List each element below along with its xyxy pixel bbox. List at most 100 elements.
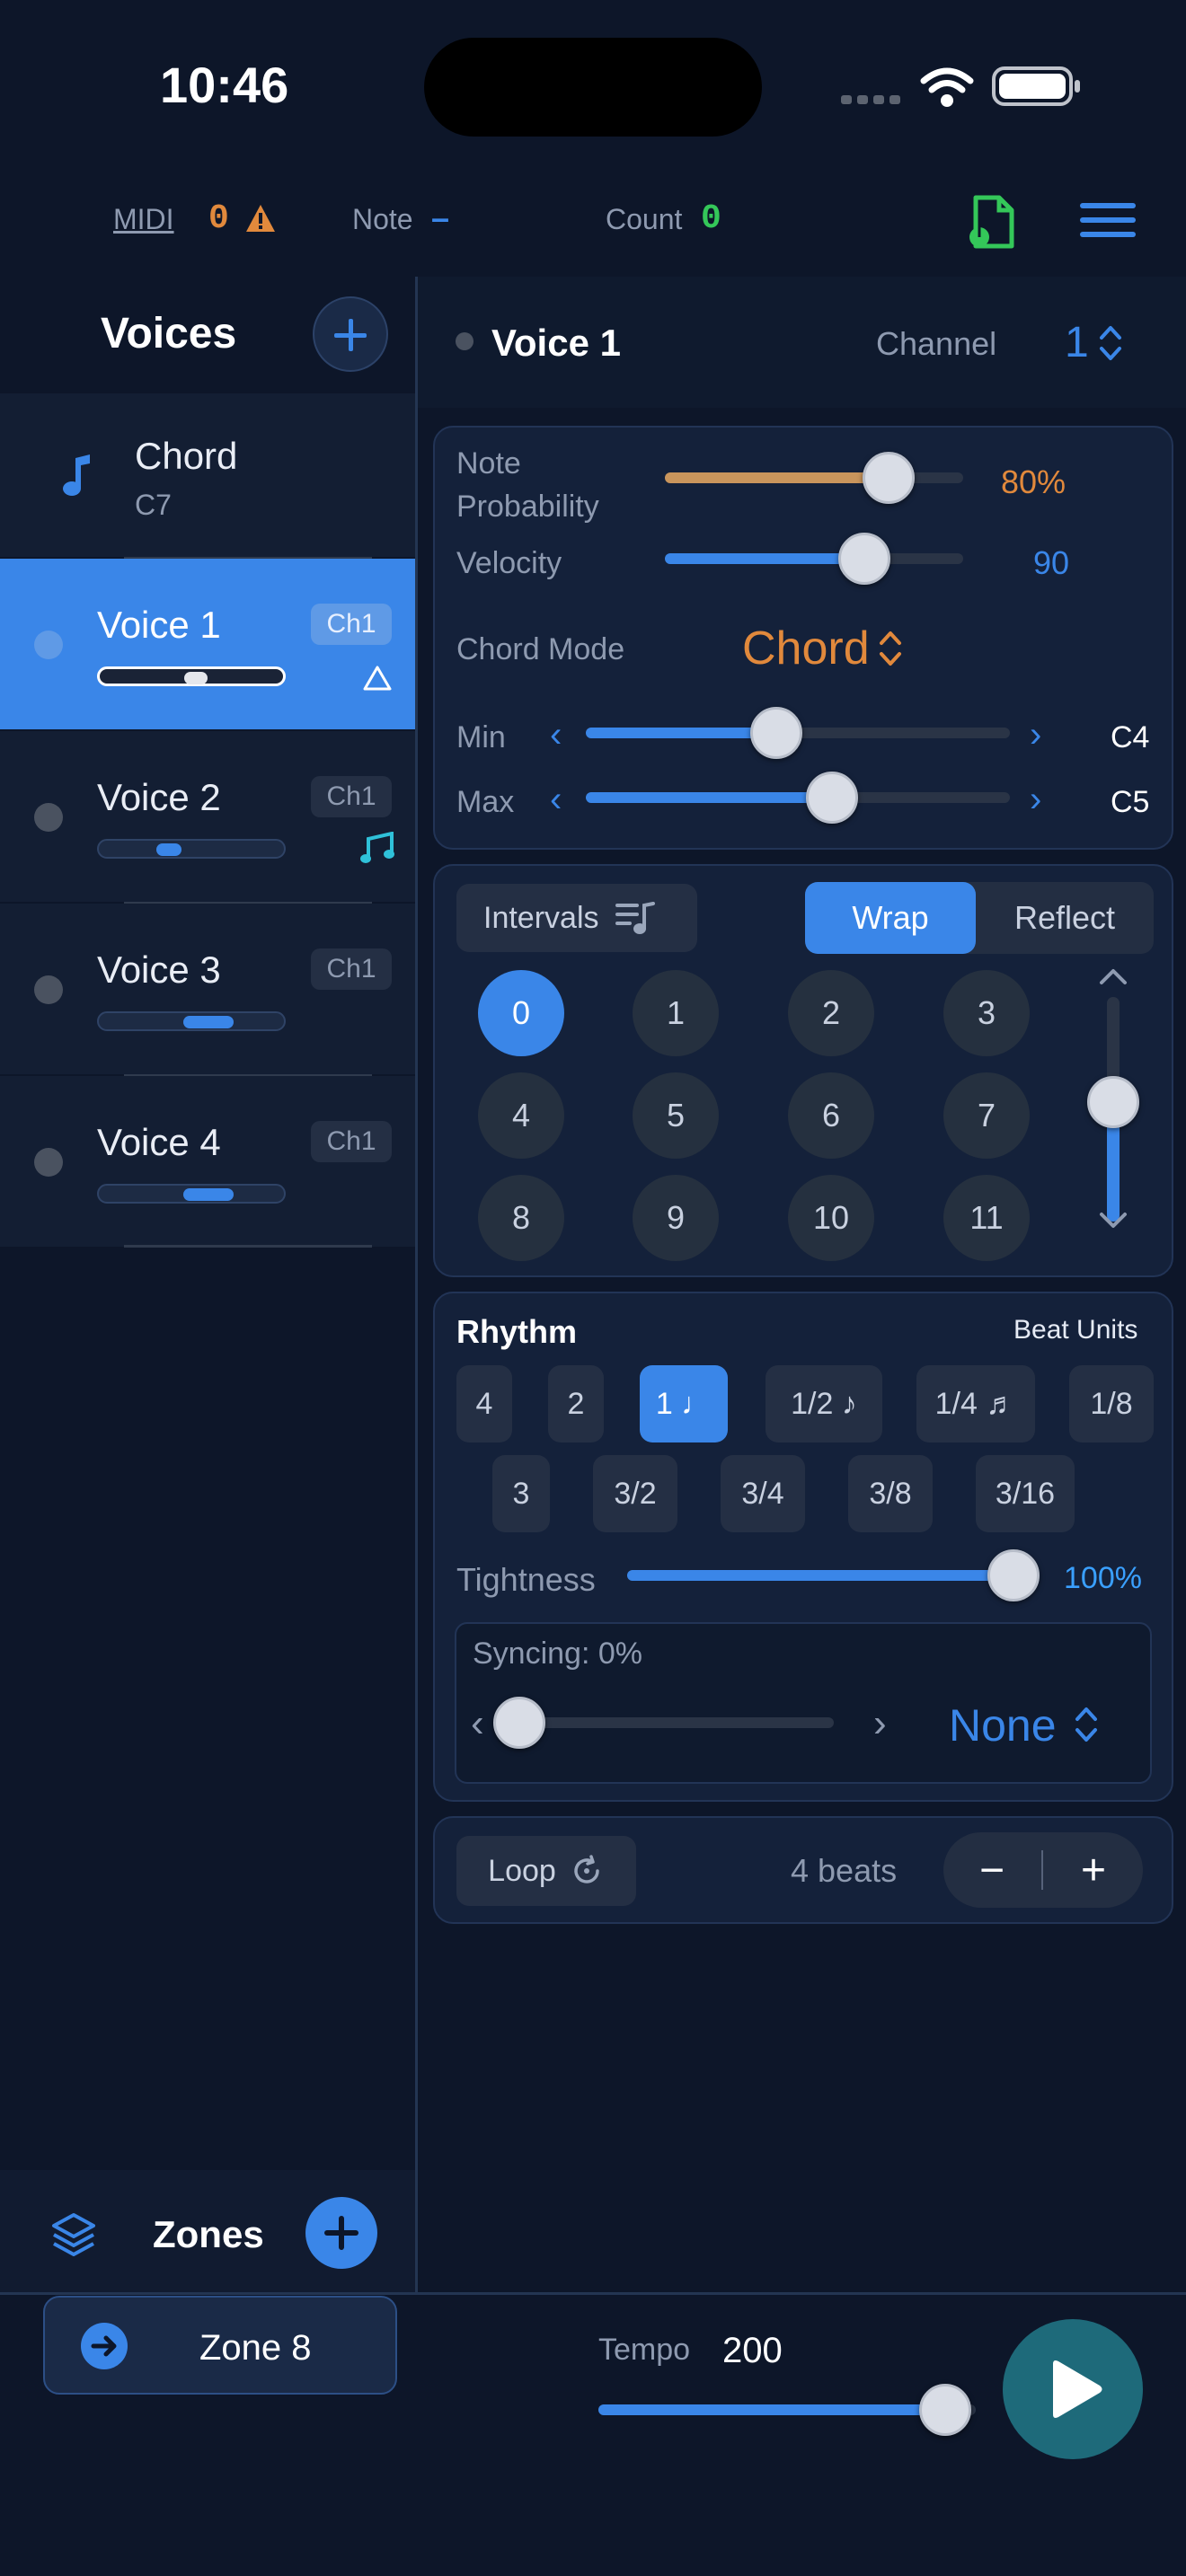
rhythm-option[interactable]: 1/8: [1069, 1365, 1154, 1442]
rhythm-option[interactable]: 3/2: [593, 1455, 677, 1532]
chord-mode-value[interactable]: Chord: [742, 622, 870, 675]
interval-5[interactable]: 5: [633, 1072, 719, 1159]
beat-units-label[interactable]: Beat Units: [1013, 1315, 1137, 1345]
syncing-label: Syncing: 0%: [473, 1636, 642, 1671]
voice-item[interactable]: Voice 2 Ch1: [0, 731, 415, 902]
min-knob[interactable]: [750, 707, 802, 759]
rhythm-option[interactable]: 3/8: [848, 1455, 933, 1532]
voice-status-dot: [456, 332, 474, 350]
min-slider[interactable]: [586, 707, 1010, 759]
interval-7[interactable]: 7: [943, 1072, 1030, 1159]
velocity-knob[interactable]: [838, 533, 890, 585]
midi-label[interactable]: MIDI: [113, 203, 174, 236]
sync-mode-value[interactable]: None: [949, 1699, 1057, 1751]
zone-button[interactable]: Zone 8: [43, 2296, 397, 2395]
syncing-box: Syncing: 0% ‹ › None: [455, 1622, 1152, 1784]
wrap-segment[interactable]: Wrap: [805, 882, 976, 954]
rhythm-option[interactable]: 3/16: [976, 1455, 1075, 1532]
interval-1[interactable]: 1: [633, 970, 719, 1056]
rhythm-option[interactable]: 3: [492, 1455, 550, 1532]
tempo-label: Tempo: [598, 2333, 691, 2367]
tightness-knob[interactable]: [987, 1549, 1040, 1601]
rhythm-option[interactable]: 1/2 ♪: [766, 1365, 882, 1442]
interval-10[interactable]: 10: [788, 1175, 874, 1261]
max-increment-chevron-right-icon[interactable]: ›: [1030, 780, 1041, 820]
voice-item[interactable]: Voice 4 Ch1: [0, 1076, 415, 1247]
tempo-slider[interactable]: [598, 2384, 976, 2436]
count-value: 0: [701, 199, 721, 238]
play-button[interactable]: [1003, 2319, 1143, 2459]
voice-range-mini: [97, 1184, 286, 1204]
voice-name: Voice 4: [97, 1121, 221, 1163]
loop-button[interactable]: Loop: [456, 1836, 636, 1906]
interval-2[interactable]: 2: [788, 970, 874, 1056]
chevron-up-down-icon[interactable]: [877, 627, 904, 670]
interval-4[interactable]: 4: [478, 1072, 564, 1159]
max-slider[interactable]: [586, 772, 1010, 824]
rhythm-option[interactable]: 3/4: [721, 1455, 805, 1532]
interval-6[interactable]: 6: [788, 1072, 874, 1159]
syncing-chevron-right-icon[interactable]: ›: [873, 1701, 887, 1746]
interval-8[interactable]: 8: [478, 1175, 564, 1261]
status-time: 10:46: [160, 57, 289, 113]
note-probability-knob[interactable]: [863, 452, 915, 504]
chevron-up-down-icon[interactable]: [1097, 322, 1124, 365]
reflect-segment[interactable]: Reflect: [976, 882, 1154, 954]
tempo-fill: [598, 2404, 945, 2415]
intervals-button[interactable]: Intervals: [456, 884, 697, 952]
file-music-icon[interactable]: [967, 194, 1019, 251]
interval-11[interactable]: 11: [943, 1175, 1030, 1261]
wrap-reflect-segmented: Wrap Reflect: [805, 882, 1154, 954]
increment-beats-button[interactable]: +: [1044, 1832, 1143, 1908]
rhythm-option[interactable]: 4: [456, 1365, 512, 1442]
chord-item[interactable]: Chord C7: [0, 393, 415, 557]
syncing-knob[interactable]: [493, 1697, 545, 1749]
channel-value[interactable]: 1: [1065, 318, 1089, 367]
voices-sidebar: Voices Chord C7 Voice 1 Ch1 Voice 2 Ch1: [0, 277, 415, 2294]
add-voice-button[interactable]: [313, 296, 388, 372]
interval-0[interactable]: 0: [478, 970, 564, 1056]
chevron-down-icon[interactable]: [1098, 1211, 1128, 1231]
warning-triangle-icon: [363, 666, 392, 691]
min-increment-chevron-right-icon[interactable]: ›: [1030, 715, 1041, 755]
chevron-up-down-icon[interactable]: [1073, 1703, 1100, 1746]
menu-icon[interactable]: [1080, 203, 1136, 239]
channel-badge: Ch1: [311, 1121, 392, 1162]
zones-header: Zones: [0, 2170, 415, 2294]
decrement-beats-button[interactable]: −: [943, 1832, 1040, 1908]
tempo-knob[interactable]: [919, 2384, 971, 2436]
velocity-value: 90: [1033, 544, 1070, 581]
syncing-chevron-left-icon[interactable]: ‹: [471, 1701, 484, 1746]
note-probability-fill: [665, 472, 889, 483]
note-probability-label: Note Probability: [456, 442, 599, 528]
min-decrement-chevron-left-icon[interactable]: ‹: [550, 715, 562, 755]
voice-name: Voice 2: [97, 776, 221, 818]
layers-icon[interactable]: [50, 2211, 97, 2258]
voice-item[interactable]: Voice 1 Ch1: [0, 559, 415, 729]
interval-9[interactable]: 9: [633, 1175, 719, 1261]
voice-name: Voice 3: [97, 948, 221, 991]
octave-vertical-slider[interactable]: [1087, 997, 1139, 1222]
zones-label: Zones: [153, 2213, 264, 2255]
rhythm-title: Rhythm: [456, 1313, 577, 1350]
rhythm-option[interactable]: 2: [548, 1365, 604, 1442]
rhythm-option[interactable]: 1 ♩: [640, 1365, 728, 1442]
interval-3[interactable]: 3: [943, 970, 1030, 1056]
tightness-value: 100%: [1064, 1561, 1142, 1595]
note-probability-label-line1: Note: [456, 446, 521, 481]
tightness-slider[interactable]: [627, 1549, 1040, 1601]
max-decrement-chevron-left-icon[interactable]: ‹: [550, 780, 562, 820]
max-knob[interactable]: [806, 772, 858, 824]
warning-icon[interactable]: [244, 203, 277, 234]
note-probability-label-line2: Probability: [456, 490, 599, 524]
intervals-label: Intervals: [483, 900, 599, 935]
rhythm-option[interactable]: 1/4 ♬: [916, 1365, 1035, 1442]
note-probability-slider[interactable]: [665, 452, 963, 504]
voice-item[interactable]: Voice 3 Ch1: [0, 904, 415, 1074]
velocity-slider[interactable]: [665, 533, 963, 585]
syncing-slider[interactable]: [493, 1697, 834, 1749]
max-label: Max: [456, 785, 515, 819]
add-zone-button[interactable]: [305, 2197, 377, 2269]
chevron-up-icon[interactable]: [1098, 966, 1128, 986]
octave-knob[interactable]: [1087, 1076, 1139, 1128]
